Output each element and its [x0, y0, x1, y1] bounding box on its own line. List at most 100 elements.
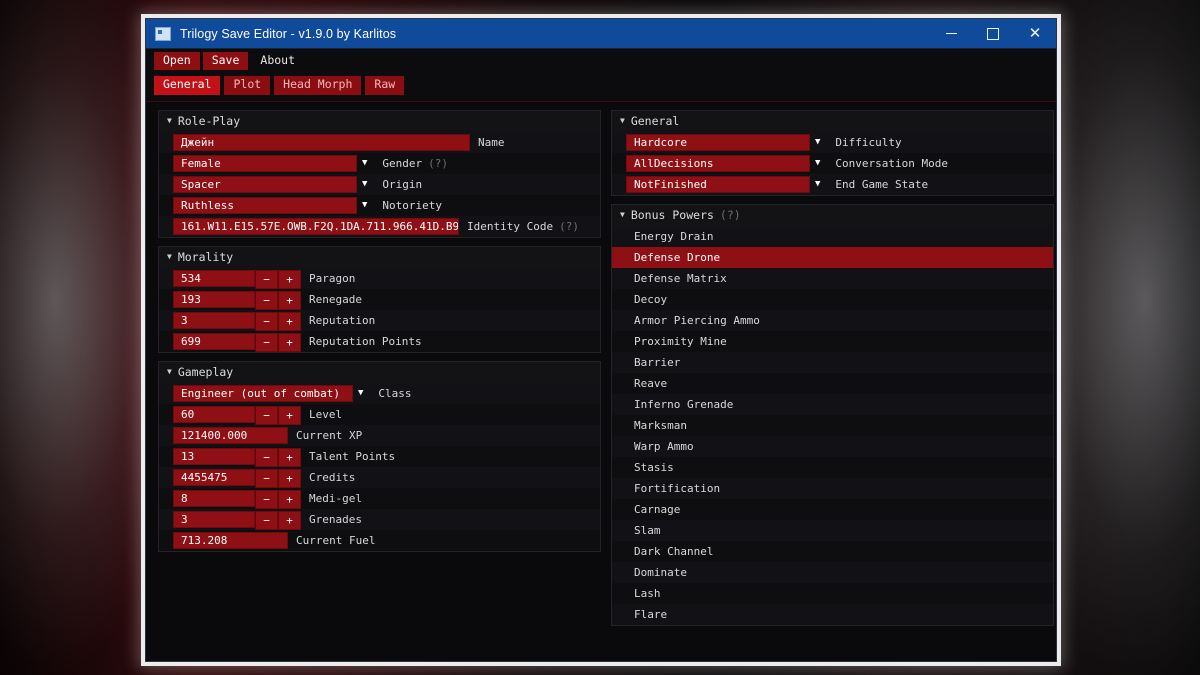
group-header-morality[interactable]: ▼ Morality — [159, 247, 600, 268]
row-reputation-points: 699 − + Reputation Points — [159, 331, 600, 352]
bonus-power-item[interactable]: Carnage — [612, 499, 1053, 520]
paragon-increment-button[interactable]: + — [278, 270, 301, 289]
tab-plot[interactable]: Plot — [224, 76, 271, 95]
maximize-button[interactable] — [972, 19, 1014, 48]
renegade-input[interactable]: 193 — [173, 291, 255, 308]
tab-head-morph[interactable]: Head Morph — [274, 76, 362, 95]
bonus-power-item[interactable]: Dominate — [612, 562, 1053, 583]
level-decrement-button[interactable]: − — [255, 406, 278, 425]
tab-bar: General Plot Head Morph Raw — [146, 73, 1056, 102]
bonus-power-item[interactable]: Inferno Grenade — [612, 394, 1053, 415]
chevron-down-icon: ▼ — [362, 158, 368, 168]
talent-points-label: Talent Points — [309, 450, 396, 463]
bonus-power-item[interactable]: Defense Matrix — [612, 268, 1053, 289]
row-notoriety: Ruthless ▼ Notoriety — [159, 195, 600, 216]
name-label: Name — [478, 136, 505, 149]
menu-item-about[interactable]: About — [251, 52, 304, 71]
bonus-power-item[interactable]: Warp Ammo — [612, 436, 1053, 457]
minimize-button[interactable] — [930, 19, 972, 48]
level-increment-button[interactable]: + — [278, 406, 301, 425]
bonus-power-item[interactable]: Fortification — [612, 478, 1053, 499]
chevron-down-icon: ▼ — [815, 158, 821, 168]
medi-gel-increment-button[interactable]: + — [278, 490, 301, 509]
bonus-power-item[interactable]: Lash — [612, 583, 1053, 604]
group-header-role-play[interactable]: ▼ Role-Play — [159, 111, 600, 132]
row-grenades: 3 − + Grenades — [159, 509, 600, 530]
menu-item-save[interactable]: Save — [202, 51, 249, 71]
paragon-input[interactable]: 534 — [173, 270, 255, 287]
notoriety-select[interactable]: Ruthless ▼ — [159, 197, 374, 214]
bonus-power-item[interactable]: Dark Channel — [612, 541, 1053, 562]
reputation-points-increment-button[interactable]: + — [278, 333, 301, 352]
credits-label: Credits — [309, 471, 356, 484]
credits-decrement-button[interactable]: − — [255, 469, 278, 488]
group-title: Morality — [177, 250, 234, 264]
bonus-power-item[interactable]: Armor Piercing Ammo — [612, 310, 1053, 331]
end-game-state-select[interactable]: NotFinished ▼ — [612, 176, 827, 193]
reputation-increment-button[interactable]: + — [278, 312, 301, 331]
reputation-points-input[interactable]: 699 — [173, 333, 255, 350]
bonus-power-item[interactable]: Stasis — [612, 457, 1053, 478]
bonus-powers-help-hint[interactable]: (?) — [720, 208, 741, 222]
group-header-bonus-powers[interactable]: ▼ Bonus Powers (?) — [612, 205, 1053, 226]
grenades-input[interactable]: 3 — [173, 511, 255, 528]
bonus-power-item[interactable]: Flare — [612, 604, 1053, 625]
bonus-power-item[interactable]: Decoy — [612, 289, 1053, 310]
group-title: Role-Play — [177, 114, 241, 128]
medi-gel-decrement-button[interactable]: − — [255, 490, 278, 509]
row-current-fuel: 713.208 Current Fuel — [159, 530, 600, 551]
tab-raw[interactable]: Raw — [365, 76, 405, 95]
difficulty-select[interactable]: Hardcore ▼ — [612, 134, 827, 151]
close-button[interactable]: ✕ — [1014, 19, 1056, 48]
renegade-increment-button[interactable]: + — [278, 291, 301, 310]
level-label: Level — [309, 408, 343, 421]
paragon-decrement-button[interactable]: − — [255, 270, 278, 289]
difficulty-label: Difficulty — [835, 136, 902, 149]
level-input[interactable]: 60 — [173, 406, 255, 423]
reputation-input[interactable]: 3 — [173, 312, 255, 329]
menu-item-open[interactable]: Open — [154, 51, 200, 71]
current-xp-input[interactable]: 121400.000 — [173, 427, 288, 444]
bonus-power-item[interactable]: Barrier — [612, 352, 1053, 373]
credits-input[interactable]: 4455475 — [173, 469, 255, 486]
group-general: ▼ General Hardcore ▼ Difficulty AllDecis… — [611, 110, 1054, 196]
bonus-power-item[interactable]: Proximity Mine — [612, 331, 1053, 352]
bonus-power-item[interactable]: Marksman — [612, 415, 1053, 436]
identity-code-input[interactable]: 161.W11.E15.57E.OWB.F2Q.1DA.711.966.41D.… — [173, 218, 459, 235]
group-header-general[interactable]: ▼ General — [612, 111, 1053, 132]
grenades-increment-button[interactable]: + — [278, 511, 301, 530]
class-select[interactable]: Engineer (out of combat) ▼ — [159, 385, 370, 402]
credits-increment-button[interactable]: + — [278, 469, 301, 488]
content-area: ▼ Role-Play Джейн Name Female ▼ Gender (… — [146, 102, 1056, 661]
bonus-power-item[interactable]: Slam — [612, 520, 1053, 541]
row-level: 60 − + Level — [159, 404, 600, 425]
end-game-state-label: End Game State — [835, 178, 929, 191]
tab-general[interactable]: General — [154, 76, 221, 95]
current-fuel-input[interactable]: 713.208 — [173, 532, 288, 549]
talent-points-increment-button[interactable]: + — [278, 448, 301, 467]
chevron-down-icon: ▼ — [815, 137, 821, 147]
current-fuel-label: Current Fuel — [296, 534, 376, 547]
talent-points-decrement-button[interactable]: − — [255, 448, 278, 467]
origin-value: Spacer — [173, 176, 357, 193]
gender-select[interactable]: Female ▼ — [159, 155, 374, 172]
gender-help-hint[interactable]: (?) — [422, 157, 448, 170]
talent-points-input[interactable]: 13 — [173, 448, 255, 465]
reputation-points-decrement-button[interactable]: − — [255, 333, 278, 352]
reputation-decrement-button[interactable]: − — [255, 312, 278, 331]
row-difficulty: Hardcore ▼ Difficulty — [612, 132, 1053, 153]
conversation-mode-select[interactable]: AllDecisions ▼ — [612, 155, 827, 172]
bonus-power-item[interactable]: Energy Drain — [612, 226, 1053, 247]
chevron-down-icon: ▼ — [815, 179, 821, 189]
name-input[interactable]: Джейн — [173, 134, 470, 151]
gender-value: Female — [173, 155, 357, 172]
grenades-decrement-button[interactable]: − — [255, 511, 278, 530]
bonus-power-item[interactable]: Defense Drone — [612, 247, 1053, 268]
bonus-power-item[interactable]: Reave — [612, 373, 1053, 394]
close-icon: ✕ — [1028, 25, 1042, 42]
identity-code-help-hint[interactable]: (?) — [553, 220, 579, 233]
medi-gel-input[interactable]: 8 — [173, 490, 255, 507]
origin-select[interactable]: Spacer ▼ — [159, 176, 374, 193]
renegade-decrement-button[interactable]: − — [255, 291, 278, 310]
group-header-gameplay[interactable]: ▼ Gameplay — [159, 362, 600, 383]
